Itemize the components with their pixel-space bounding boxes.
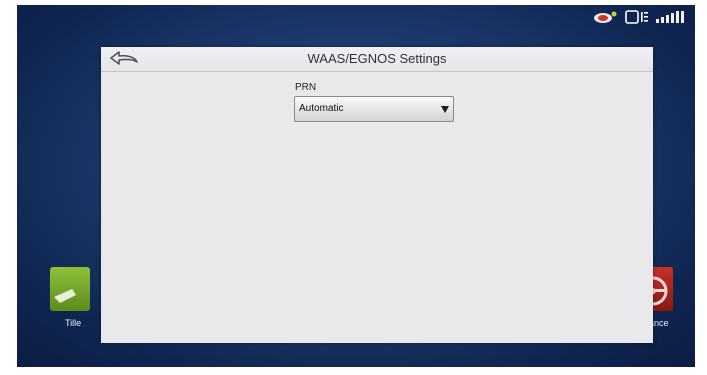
tillage-icon — [54, 289, 76, 303]
dialog-header: WAAS/EGNOS Settings — [101, 47, 653, 72]
prn-selected-value: Automatic — [299, 103, 344, 114]
display-icon[interactable] — [625, 9, 649, 29]
tillage-tile[interactable] — [50, 267, 90, 311]
waas-egnos-settings-dialog: WAAS/EGNOS Settings PRN Automatic — [101, 47, 653, 343]
dialog-title: WAAS/EGNOS Settings — [307, 51, 447, 66]
cellular-signal-icon[interactable] — [655, 10, 685, 29]
display-screen: Tille dance WAAS/EGNOS Settings PRN Auto… — [17, 5, 695, 367]
tillage-tile-label: Tille — [65, 318, 82, 328]
gps-satellite-icon[interactable] — [593, 10, 619, 29]
dropdown-arrow-icon — [441, 106, 449, 113]
prn-dropdown[interactable]: Automatic — [294, 96, 454, 122]
status-bar — [593, 9, 685, 29]
prn-label: PRN — [295, 82, 317, 93]
